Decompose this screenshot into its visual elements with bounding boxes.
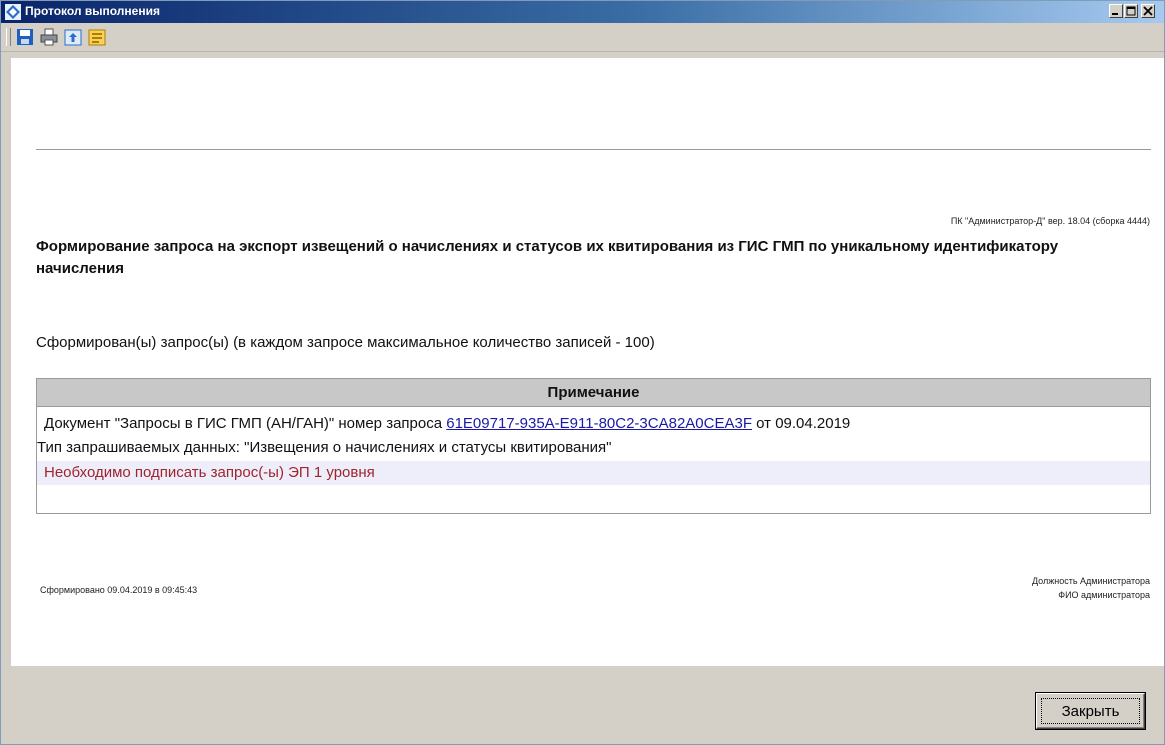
info-text: Сформирован(ы) запрос(ы) (в каждом запро… — [36, 334, 655, 351]
toolbar — [1, 23, 1164, 52]
minimize-icon — [1112, 13, 1118, 15]
minimize-button[interactable] — [1109, 4, 1123, 18]
report-content: ПК "Администратор-Д" вер. 18.04 (сборка … — [11, 58, 1164, 666]
title-bar[interactable]: Протокол выполнения — [1, 1, 1164, 23]
version-label: ПК "Администратор-Д" вер. 18.04 (сборка … — [950, 216, 1150, 226]
administrator-position: Должность Администратора — [1031, 576, 1150, 586]
request-number-link[interactable]: 61E09717-935A-E911-80C2-3CA82A0CEA3F — [446, 415, 752, 432]
report-heading: Формирование запроса на экспорт извещени… — [36, 238, 1059, 277]
print-icon[interactable] — [39, 27, 59, 47]
administrator-name: ФИО администратора — [1058, 590, 1150, 600]
warning-row: Необходимо подписать запрос(-ы) ЭП 1 уро… — [37, 461, 1150, 485]
data-type-row: Тип запрашиваемых данных: "Извещения о н… — [37, 439, 612, 456]
notes-table: Примечание Документ "Запросы в ГИС ГМП (… — [36, 378, 1151, 514]
document-row-prefix: Документ "Запросы в ГИС ГМП (АН/ГАН)" но… — [44, 415, 447, 432]
maximize-icon — [1126, 6, 1136, 16]
document-row-suffix: от 09.04.2019 — [751, 415, 851, 432]
toolbar-grip[interactable] — [6, 28, 11, 46]
dialog-window: Протокол выполнения ПК "Администратор-Д"… — [0, 0, 1165, 745]
close-button[interactable]: Закрыть — [1036, 693, 1145, 729]
notes-table-header: Примечание — [37, 379, 1150, 407]
report-divider — [36, 149, 1151, 150]
warning-text: Необходимо подписать запрос(-ы) ЭП 1 уро… — [44, 464, 375, 481]
app-icon — [5, 4, 21, 20]
document-row: Документ "Запросы в ГИС ГМП (АН/ГАН)" но… — [44, 415, 850, 432]
settings-icon[interactable] — [87, 27, 107, 47]
generated-date: Сформировано 09.04.2019 в 09:45:43 — [40, 585, 198, 595]
close-window-button[interactable] — [1141, 4, 1155, 18]
export-icon[interactable] — [63, 27, 83, 47]
window-title: Протокол выполнения — [25, 4, 160, 18]
maximize-button[interactable] — [1124, 4, 1138, 18]
close-icon — [1143, 6, 1153, 16]
signature-block: Должность Администратора ФИО администрат… — [1032, 574, 1150, 602]
close-button-label: Закрыть — [1061, 703, 1120, 720]
save-icon[interactable] — [15, 27, 35, 47]
